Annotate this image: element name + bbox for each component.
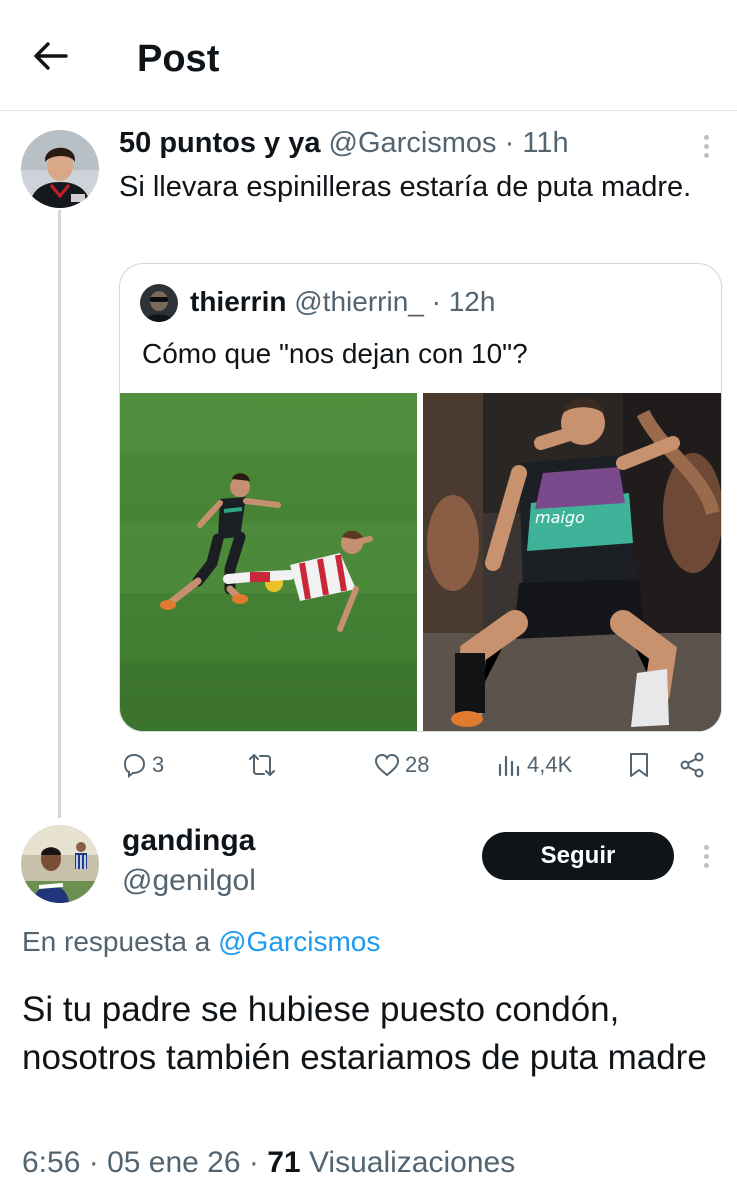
post-time[interactable]: 6:56 <box>22 1146 80 1179</box>
meta-separator: · <box>504 127 515 159</box>
quote-meta: thierrin @thierrin_ · 12h <box>190 284 495 320</box>
reply-context: En respuesta a @Garcismos <box>22 922 380 962</box>
footer-separator: · <box>248 1146 259 1179</box>
follow-button[interactable]: Seguir <box>482 832 674 880</box>
page-title: Post <box>137 38 220 80</box>
quoted-tweet[interactable]: thierrin @thierrin_ · 12h Cómo que "nos … <box>119 263 722 732</box>
avatar[interactable] <box>21 130 99 208</box>
jersey-logo-graphic: maigo <box>535 508 585 527</box>
author-name[interactable]: 50 puntos y ya <box>119 127 320 159</box>
views-icon <box>498 755 520 777</box>
quote-avatar <box>140 284 178 322</box>
quote-image-tackle[interactable] <box>120 393 417 731</box>
share-button[interactable] <box>678 751 706 779</box>
quote-author-name: thierrin <box>190 286 287 317</box>
reply-prefix: En respuesta a <box>22 926 211 957</box>
more-icon[interactable] <box>701 845 711 872</box>
top-bar: Post <box>0 0 737 111</box>
like-button[interactable]: 28 <box>373 751 429 779</box>
author-handle[interactable]: @Garcismos <box>329 127 497 159</box>
reply-to-link[interactable]: @Garcismos <box>218 926 380 957</box>
views-button[interactable]: 4,4K <box>497 751 572 779</box>
quote-image-celebration[interactable]: maigo <box>423 393 721 731</box>
like-icon <box>374 753 400 777</box>
retweet-button[interactable] <box>246 751 278 779</box>
views-total: 71 <box>267 1146 301 1179</box>
views-label: Visualizaciones <box>308 1146 516 1179</box>
post-footer: 6:56 · 05 ene 26 · 71 Visualizaciones <box>22 1143 515 1183</box>
bookmark-button[interactable] <box>627 751 651 779</box>
reply-avatar[interactable] <box>21 825 99 903</box>
views-count: 4,4K <box>527 752 573 777</box>
quote-author-handle: @thierrin_ <box>294 286 424 317</box>
quote-separator: · <box>431 286 441 317</box>
retweet-icon <box>249 754 275 776</box>
quote-time: 12h <box>448 286 496 317</box>
like-count: 28 <box>405 752 430 777</box>
quote-text: Cómo que "nos dejan con 10"? <box>142 338 528 369</box>
reply-count: 3 <box>152 752 165 777</box>
thread-connector <box>58 210 61 818</box>
tweet-meta: 50 puntos y ya @Garcismos · 11h <box>119 125 569 161</box>
tweet-text: Si llevara espinilleras estaría de puta … <box>119 171 692 203</box>
back-arrow-icon[interactable] <box>30 36 70 76</box>
tweet-actions: 3 28 4,4K <box>0 748 737 784</box>
reply-author-handle[interactable]: @genilgol <box>122 862 256 900</box>
footer-separator: · <box>88 1146 99 1179</box>
reply-button[interactable]: 3 <box>120 751 164 779</box>
reply-text: Si tu padre se hubiese puesto condón, no… <box>22 990 707 1077</box>
bookmark-icon <box>630 753 648 777</box>
tweet-time[interactable]: 11h <box>522 127 568 159</box>
reply-author-name[interactable]: gandinga <box>122 822 255 860</box>
share-icon <box>680 752 704 778</box>
post-date[interactable]: 05 ene 26 <box>107 1146 240 1179</box>
more-icon[interactable] <box>701 135 711 162</box>
reply-icon <box>123 753 146 778</box>
